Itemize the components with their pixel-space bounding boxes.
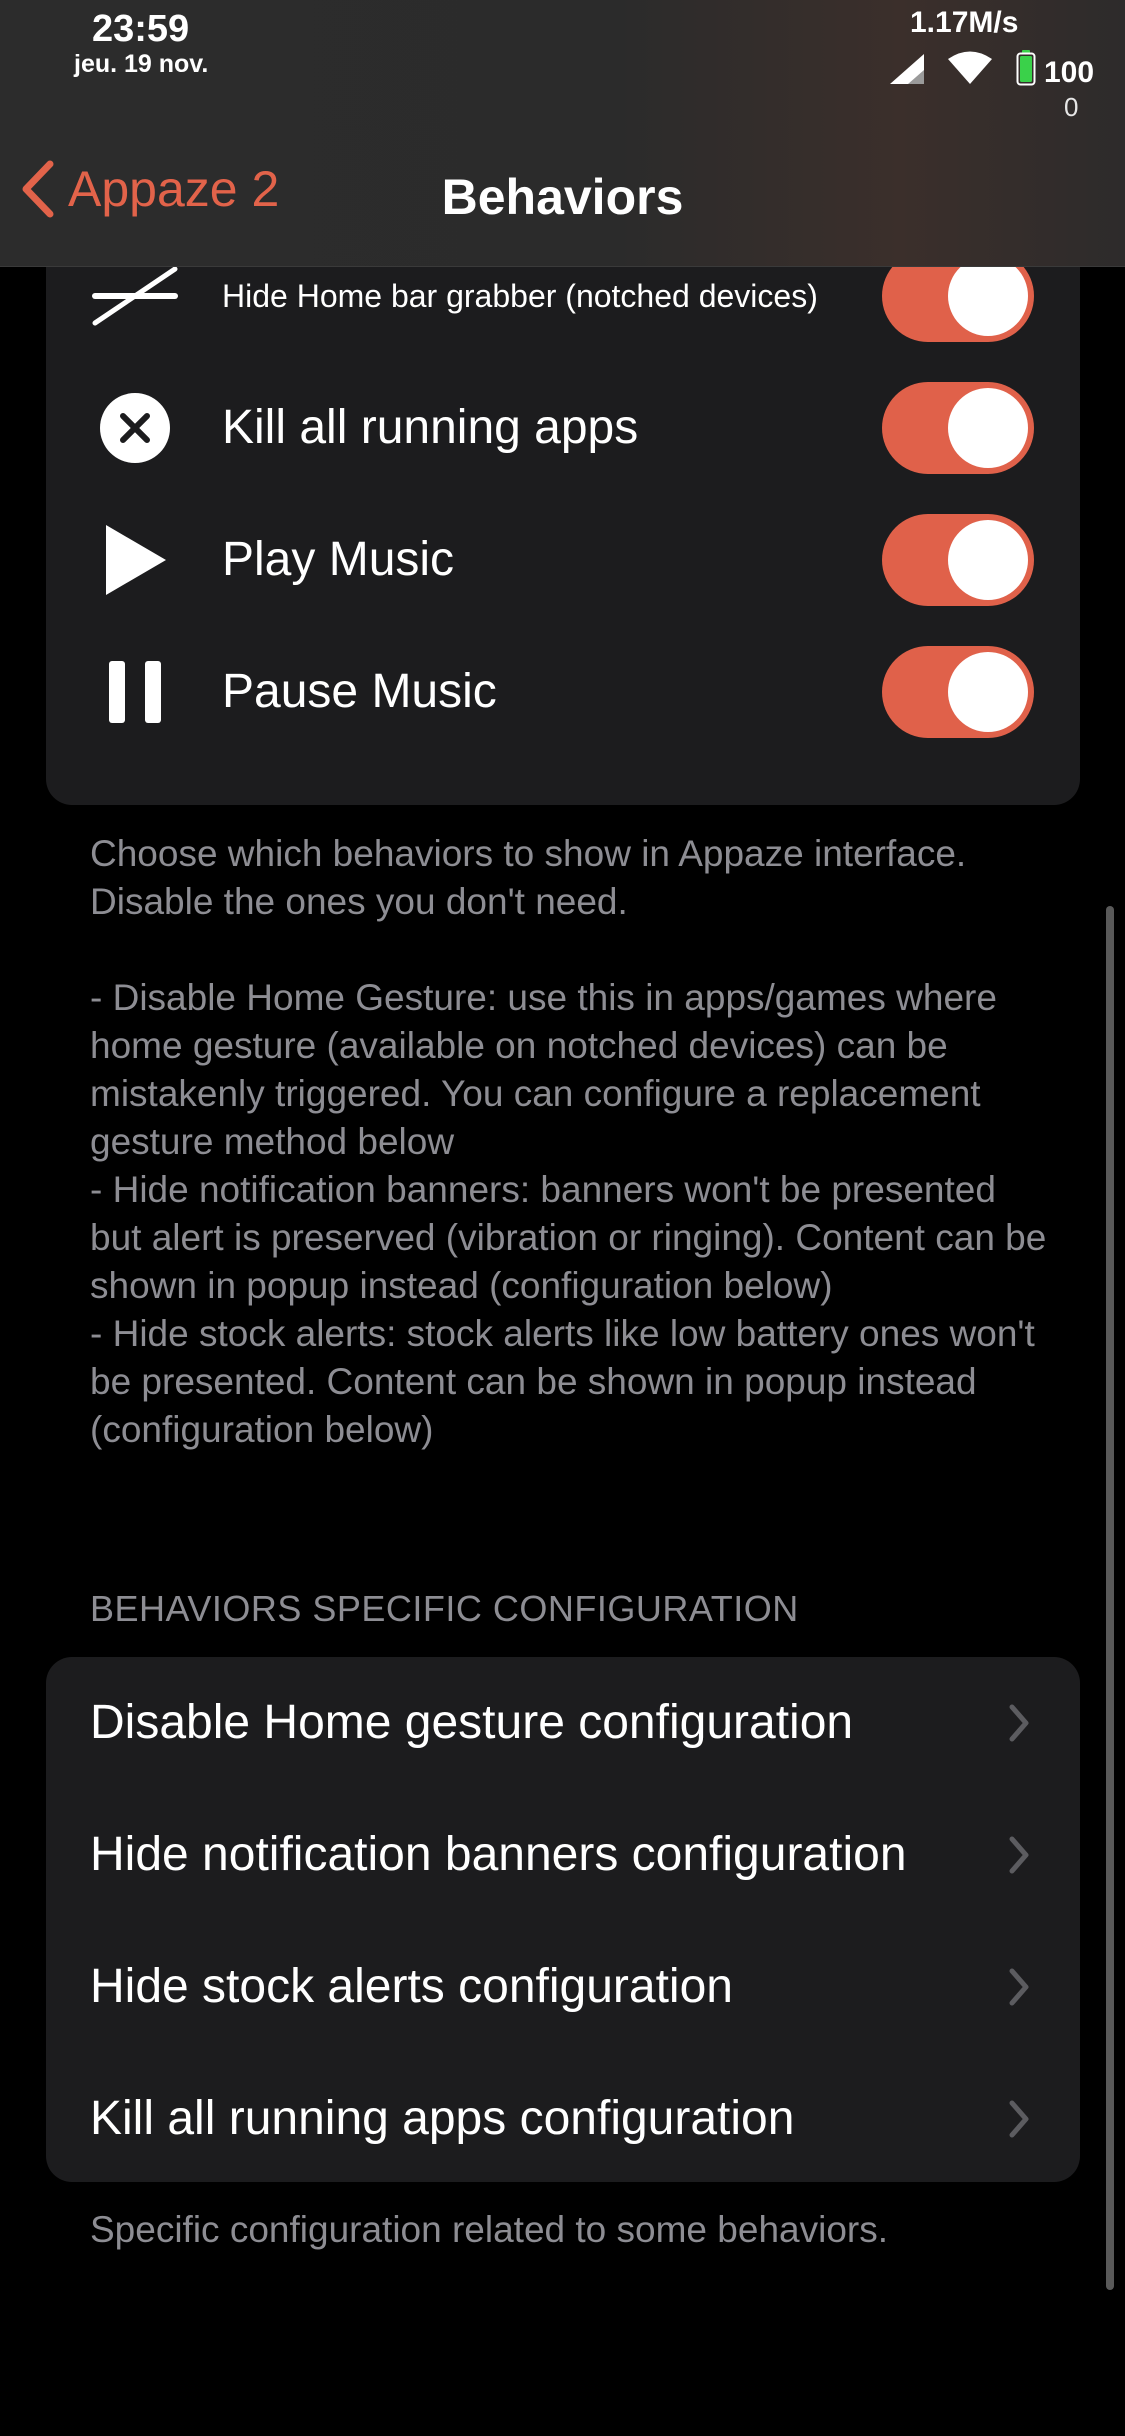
behavior-row-kill-apps: Kill all running apps bbox=[46, 362, 1080, 494]
behavior-row-pause-music: Pause Music bbox=[46, 626, 1080, 758]
config-row-label: Kill all running apps configuration bbox=[90, 2092, 795, 2145]
config-footer: Specific configuration related to some b… bbox=[90, 2209, 888, 2250]
behavior-label: Kill all running apps bbox=[222, 401, 639, 454]
status-time: 23:59 bbox=[92, 8, 190, 50]
hide-home-bar-icon bbox=[86, 256, 184, 336]
scrollbar[interactable] bbox=[1106, 906, 1114, 2290]
config-row-kill-apps[interactable]: Kill all running apps configuration bbox=[46, 2053, 1080, 2185]
kill-apps-toggle[interactable] bbox=[882, 382, 1034, 474]
play-icon bbox=[86, 520, 184, 600]
pause-music-toggle[interactable] bbox=[882, 646, 1034, 738]
settings-screen: Hide Home bar grabber (notched devices) … bbox=[0, 0, 1125, 2436]
config-row-hide-stock-alerts[interactable]: Hide stock alerts configuration bbox=[46, 1921, 1080, 2053]
config-row-disable-home-gesture[interactable]: Disable Home gesture configuration bbox=[46, 1657, 1080, 1789]
config-section-header: BEHAVIORS SPECIFIC CONFIGURATION bbox=[90, 1588, 799, 1629]
behavior-label: Pause Music bbox=[222, 665, 497, 718]
config-row-label: Disable Home gesture configuration bbox=[90, 1696, 854, 1749]
toggle-knob bbox=[948, 652, 1028, 732]
signal-icon bbox=[890, 54, 924, 84]
chevron-right-icon bbox=[1009, 1836, 1029, 1874]
play-music-toggle[interactable] bbox=[882, 514, 1034, 606]
battery-level: 100 bbox=[1044, 56, 1095, 89]
behaviors-list: Hide Home bar grabber (notched devices) … bbox=[46, 230, 1080, 805]
toggle-knob bbox=[948, 520, 1028, 600]
network-speed: 1.17M/s bbox=[910, 6, 1019, 39]
status-sub-value: 0 bbox=[1064, 92, 1079, 122]
config-row-label: Hide stock alerts configuration bbox=[90, 1960, 733, 2013]
status-date: jeu. 19 nov. bbox=[74, 50, 209, 78]
toggle-knob bbox=[948, 256, 1028, 336]
config-row-label: Hide notification banners configuration bbox=[90, 1828, 907, 1881]
navigation-header: 23:59 jeu. 19 nov. 1.17M/s 100 0 Appaze … bbox=[0, 0, 1125, 267]
close-circle-icon bbox=[86, 388, 184, 468]
wifi-icon bbox=[948, 51, 992, 84]
toggle-knob bbox=[948, 388, 1028, 468]
chevron-right-icon bbox=[1009, 1968, 1029, 2006]
behavior-row-play-music: Play Music bbox=[46, 494, 1080, 626]
battery-icon bbox=[1016, 50, 1036, 86]
pause-icon bbox=[86, 652, 184, 732]
page-title: Behaviors bbox=[441, 169, 684, 225]
behavior-label: Play Music bbox=[222, 533, 455, 586]
config-row-hide-notification-banners[interactable]: Hide notification banners configuration bbox=[46, 1789, 1080, 1921]
config-list: Disable Home gesture configuration Hide … bbox=[46, 1657, 1080, 2182]
chevron-right-icon bbox=[1009, 2100, 1029, 2138]
chevron-right-icon bbox=[1009, 1704, 1029, 1742]
behaviors-footer: Choose which behaviors to show in Appaze… bbox=[90, 833, 1047, 1450]
